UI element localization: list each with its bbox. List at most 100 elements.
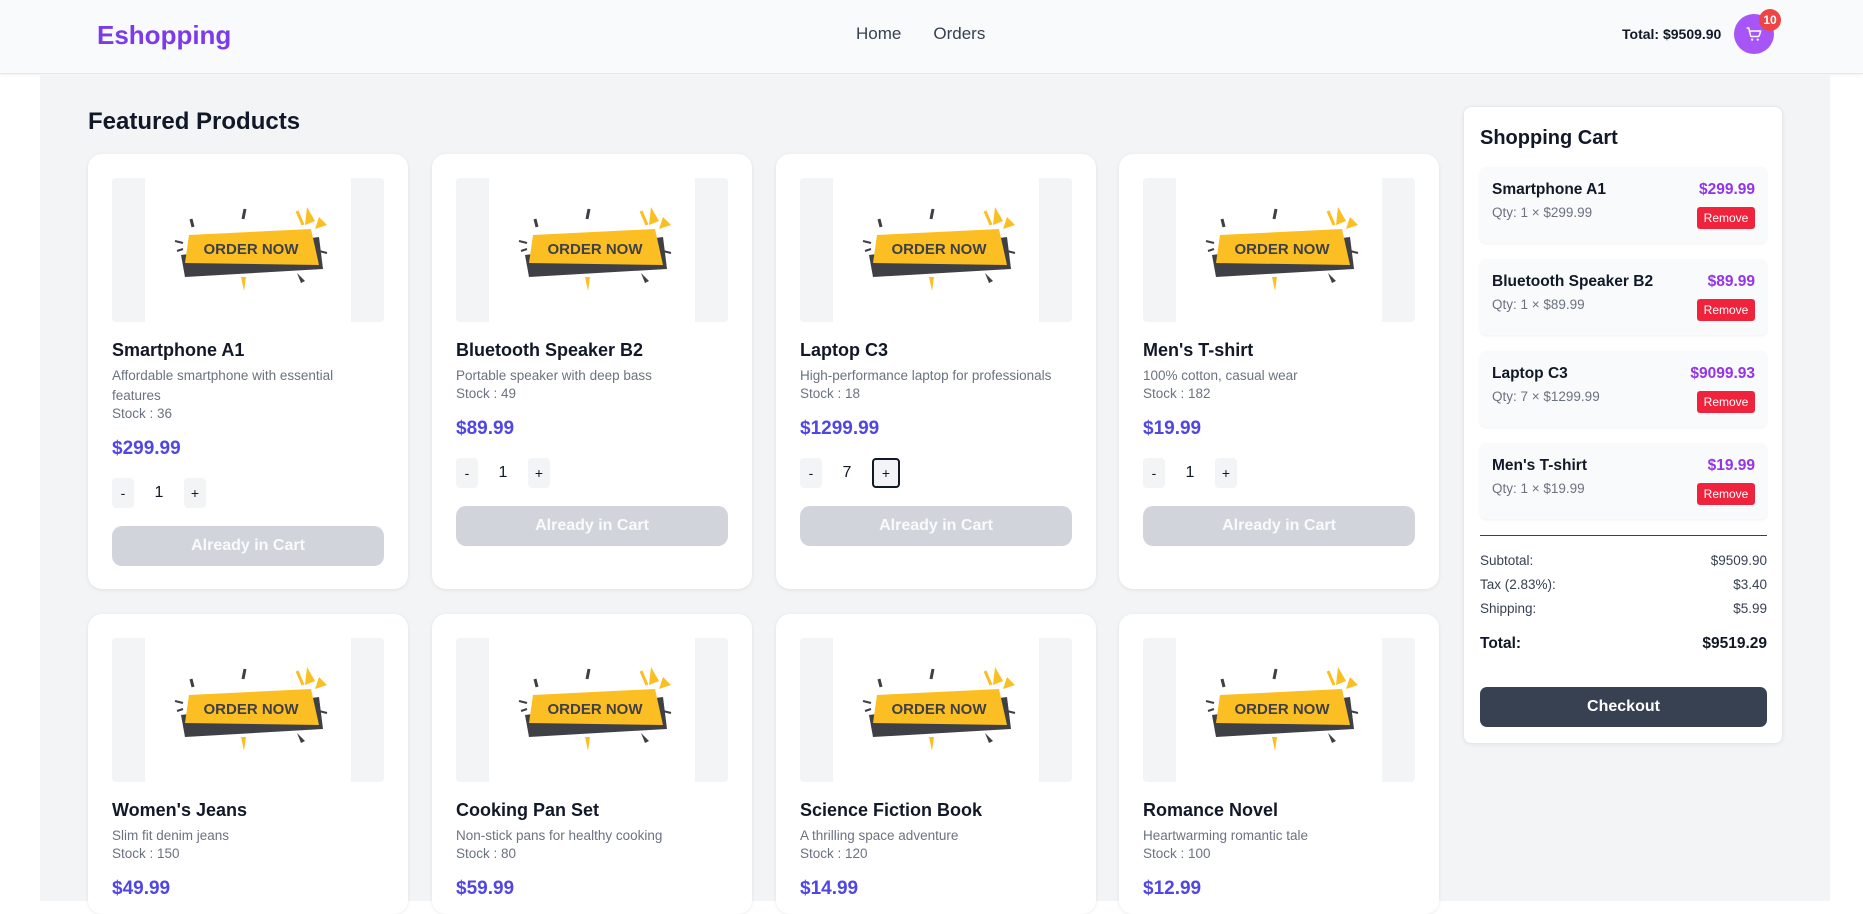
product-price: $1299.99 [800, 418, 880, 439]
cart-item-name: Laptop C3 [1492, 365, 1568, 382]
order-now-banner-icon: ORDER NOW [1205, 207, 1359, 291]
product-stock: Stock : 120 [800, 846, 868, 861]
order-now-banner-icon: ORDER NOW [518, 207, 672, 291]
page-title: Featured Products [88, 108, 301, 135]
qty-value: 1 [154, 484, 164, 501]
shipping-label: Shipping: [1480, 601, 1537, 616]
product-name[interactable]: Women's Jeans [112, 800, 247, 821]
already-in-cart-button[interactable]: Already in Cart [456, 506, 728, 546]
banner-text: ORDER NOW [892, 701, 988, 718]
cart-icon [1746, 27, 1762, 41]
shopping-cart-panel: Shopping Cart Smartphone A1 Qty: 1 × $29… [1463, 106, 1783, 744]
nav-orders[interactable]: Orders [933, 24, 985, 44]
product-stock: Stock : 36 [112, 406, 173, 421]
brand-logo[interactable]: Eshopping [97, 20, 231, 51]
product-name[interactable]: Bluetooth Speaker B2 [456, 340, 643, 361]
cart-count-badge: 10 [1759, 9, 1781, 31]
product-name[interactable]: Laptop C3 [800, 340, 888, 361]
quantity-stepper: - 1 + [112, 478, 206, 508]
cart-divider [1480, 535, 1767, 536]
cart-item-price: $89.99 [1707, 273, 1755, 290]
tax-label: Tax (2.83%): [1480, 577, 1556, 592]
product-price: $299.99 [112, 438, 181, 459]
increase-qty-button[interactable]: + [184, 478, 206, 508]
product-image: ORDER NOW [1143, 638, 1415, 782]
product-price: $19.99 [1143, 418, 1202, 439]
nav-home[interactable]: Home [856, 24, 901, 44]
order-now-banner-icon: ORDER NOW [1205, 667, 1359, 751]
subtotal-label: Subtotal: [1480, 553, 1534, 568]
cart-item-qty: Qty: 1 × $299.99 [1492, 205, 1593, 220]
cart-item: Laptop C3 Qty: 7 × $1299.99 $9099.93 Rem… [1480, 351, 1767, 427]
banner-text: ORDER NOW [892, 241, 988, 258]
product-image: ORDER NOW [456, 638, 728, 782]
remove-button[interactable]: Remove [1697, 483, 1755, 505]
order-now-banner-icon: ORDER NOW [862, 207, 1016, 291]
product-stock: Stock : 80 [456, 846, 517, 861]
cart-item-qty: Qty: 1 × $19.99 [1492, 481, 1585, 496]
remove-button[interactable]: Remove [1697, 207, 1755, 229]
banner-text: ORDER NOW [1235, 701, 1331, 718]
product-card: ORDER NOW Romance Novel Heartwarming rom… [1119, 614, 1439, 914]
total-label: Total: [1480, 635, 1522, 652]
decrease-qty-button[interactable]: - [456, 458, 478, 488]
already-in-cart-button[interactable]: Already in Cart [800, 506, 1072, 546]
product-card: ORDER NOW Men's T-shirt 100% cotton, cas… [1119, 154, 1439, 589]
cart-item: Bluetooth Speaker B2 Qty: 1 × $89.99 $89… [1480, 259, 1767, 335]
product-name[interactable]: Men's T-shirt [1143, 340, 1253, 361]
product-price: $12.99 [1143, 878, 1202, 899]
product-name[interactable]: Smartphone A1 [112, 340, 244, 361]
quantity-stepper: - 1 + [1143, 458, 1237, 488]
product-name[interactable]: Science Fiction Book [800, 800, 982, 821]
product-stock: Stock : 150 [112, 846, 180, 861]
cart-item-qty: Qty: 1 × $89.99 [1492, 297, 1585, 312]
cart-item-qty: Qty: 7 × $1299.99 [1492, 389, 1600, 404]
product-stock: Stock : 100 [1143, 846, 1211, 861]
cart-item-name: Smartphone A1 [1492, 181, 1606, 198]
cart-item-price: $299.99 [1698, 181, 1755, 198]
shipping-row: Shipping: $5.99 [1480, 601, 1767, 616]
product-price: $89.99 [456, 418, 515, 439]
product-stock: Stock : 18 [800, 386, 861, 401]
main-nav: Home Orders [856, 24, 985, 44]
banner-text: ORDER NOW [204, 701, 300, 718]
product-card: ORDER NOW Cooking Pan Set Non-stick pans… [432, 614, 752, 914]
product-description: 100% cotton, casual wear [1143, 368, 1298, 383]
subtotal-row: Subtotal: $9509.90 [1480, 553, 1767, 568]
increase-qty-button[interactable]: + [872, 458, 900, 488]
qty-value: 1 [1185, 464, 1195, 481]
tax-value: $3.40 [1733, 577, 1767, 592]
decrease-qty-button[interactable]: - [800, 458, 822, 488]
decrease-qty-button[interactable]: - [112, 478, 134, 508]
increase-qty-button[interactable]: + [1215, 458, 1237, 488]
product-image: ORDER NOW [800, 178, 1072, 322]
total-value: $9519.29 [1702, 635, 1767, 652]
product-stock: Stock : 49 [456, 386, 517, 401]
quantity-stepper: - 7 + [800, 458, 900, 488]
product-description: A thrilling space adventure [800, 828, 959, 843]
product-name[interactable]: Cooking Pan Set [456, 800, 599, 821]
increase-qty-button[interactable]: + [528, 458, 550, 488]
total-row: Total: $9519.29 [1480, 635, 1767, 653]
cart-item-name: Men's T-shirt [1492, 457, 1587, 474]
qty-value: 1 [498, 464, 508, 481]
cart-item-price: $9099.93 [1690, 365, 1755, 382]
decrease-qty-button[interactable]: - [1143, 458, 1165, 488]
banner-text: ORDER NOW [548, 241, 644, 258]
remove-button[interactable]: Remove [1697, 391, 1755, 413]
shipping-value: $5.99 [1733, 601, 1767, 616]
product-card: ORDER NOW Laptop C3 High-performance lap… [776, 154, 1096, 589]
banner-text: ORDER NOW [548, 701, 644, 718]
product-name[interactable]: Romance Novel [1143, 800, 1278, 821]
cart-item-name: Bluetooth Speaker B2 [1492, 273, 1654, 290]
remove-button[interactable]: Remove [1697, 299, 1755, 321]
checkout-button[interactable]: Checkout [1480, 687, 1767, 727]
qty-value: 7 [842, 464, 852, 481]
quantity-stepper: - 1 + [456, 458, 550, 488]
product-description: Portable speaker with deep bass [456, 368, 652, 383]
product-description: Heartwarming romantic tale [1143, 828, 1309, 843]
already-in-cart-button[interactable]: Already in Cart [112, 526, 384, 566]
order-now-banner-icon: ORDER NOW [174, 207, 328, 291]
already-in-cart-button[interactable]: Already in Cart [1143, 506, 1415, 546]
product-card: ORDER NOW Women's Jeans Slim fit denim j… [88, 614, 408, 914]
